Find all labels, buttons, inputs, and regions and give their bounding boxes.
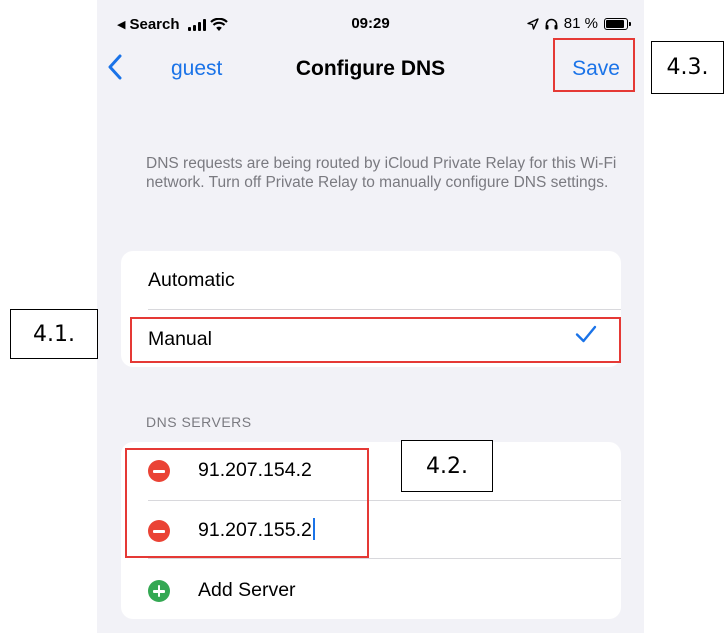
add-server-label: Add Server <box>198 579 296 601</box>
remove-icon[interactable] <box>148 520 170 542</box>
add-server-row[interactable]: Add Server <box>121 560 621 618</box>
dns-server-row: 91.207.154.2 <box>121 442 621 500</box>
callout-label: 4.3. <box>651 41 724 94</box>
dns-servers-group: 91.207.154.2 91.207.155.2 Add Server <box>121 442 621 619</box>
dns-server-row: 91.207.155.2 <box>121 500 621 558</box>
battery-icon <box>604 17 631 30</box>
save-button[interactable]: Save <box>572 57 620 81</box>
option-manual[interactable]: Manual <box>121 309 621 367</box>
private-relay-note: DNS requests are being routed by iCloud … <box>146 155 617 191</box>
dns-server-field[interactable]: 91.207.154.2 <box>198 459 312 482</box>
status-indicators: 81 % <box>527 15 631 32</box>
option-automatic[interactable]: Automatic <box>121 251 621 309</box>
battery-percent: 81 % <box>563 15 598 32</box>
navigation-bar: guest Configure DNS Save <box>97 44 644 94</box>
status-bar: ◀ Search 09:29 81 % <box>97 0 644 44</box>
divider <box>148 558 621 559</box>
add-icon <box>148 580 170 602</box>
option-manual-label: Manual <box>148 328 212 350</box>
callout-label: 4.1. <box>10 309 98 359</box>
dns-mode-group: Automatic Manual <box>121 251 621 367</box>
checkmark-icon <box>575 325 597 343</box>
dns-servers-header: DNS SERVERS <box>146 414 252 430</box>
remove-icon[interactable] <box>148 460 170 482</box>
location-icon <box>527 17 539 30</box>
callout-label: 4.2. <box>401 440 493 492</box>
headphones-icon <box>545 18 558 29</box>
text-cursor <box>312 518 315 540</box>
page-title: Configure DNS <box>295 57 446 80</box>
ios-screen: ◀ Search 09:29 81 % guest Configure DNS … <box>97 0 644 633</box>
dns-server-field-editing[interactable]: 91.207.155.2 <box>198 518 315 542</box>
option-automatic-label: Automatic <box>148 269 235 291</box>
